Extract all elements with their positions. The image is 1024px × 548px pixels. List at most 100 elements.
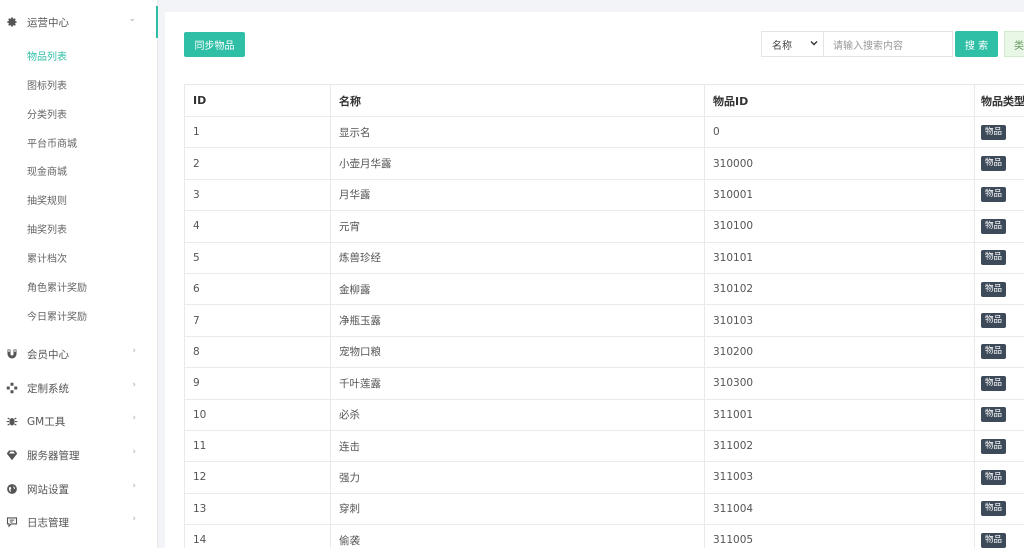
cell-name: 元宵 [330, 211, 704, 242]
cell-item-type: 物品 [974, 148, 1024, 179]
column-header-name[interactable]: 名称 [330, 85, 704, 116]
sidebar-item-cash-shop[interactable]: 现金商城 [27, 166, 67, 180]
search-field-select[interactable]: 名称 [761, 31, 826, 57]
table-row[interactable]: 1 显示名 0 物品 [184, 117, 1024, 149]
item-type-badge: 物品 [981, 187, 1007, 203]
cell-item-id: 311002 [704, 430, 974, 462]
item-type-badge: 物品 [981, 438, 1007, 454]
item-type-badge: 物品 [981, 344, 1007, 360]
cell-item-type: 物品 [974, 242, 1024, 273]
column-header-id[interactable]: ID [184, 85, 330, 116]
gear-icon [5, 15, 19, 29]
table-row[interactable]: 14 偷袭 311005 物品 [184, 525, 1024, 548]
table-row[interactable]: 10 必杀 311001 物品 [184, 399, 1024, 431]
table-row[interactable]: 11 连击 311002 物品 [184, 430, 1024, 463]
bug-icon [5, 414, 19, 428]
cell-name: 月华露 [330, 179, 704, 211]
cell-item-type: 物品 [974, 525, 1024, 548]
cell-item-type: 物品 [974, 211, 1024, 242]
chevron-right-icon: › [132, 413, 136, 423]
search-input[interactable]: 请输入搜索内容 [823, 31, 953, 57]
table-row[interactable]: 9 千叶莲露 310300 物品 [184, 368, 1024, 400]
cell-item-type: 物品 [974, 430, 1024, 462]
item-type-badge: 物品 [981, 124, 1007, 140]
sidebar-group-logs[interactable]: 日志管理 › [0, 512, 156, 532]
column-header-item-id[interactable]: 物品ID [704, 85, 974, 116]
cell-name: 连击 [330, 430, 704, 462]
table-row[interactable]: 8 宠物口粮 310200 物品 [184, 336, 1024, 369]
type-filter-button[interactable]: 类 [1004, 31, 1024, 57]
sidebar-item-lottery-list[interactable]: 抽奖列表 [27, 224, 67, 238]
sidebar-item-items[interactable]: 物品列表 [27, 51, 67, 65]
puzzle-icon [5, 381, 19, 395]
chevron-right-icon: › [132, 380, 136, 390]
cell-id: 7 [184, 305, 330, 336]
cell-item-type: 物品 [974, 117, 1024, 148]
sidebar-group-operations[interactable]: 运营中心 ⌄ [0, 12, 156, 32]
cell-item-id: 310000 [704, 148, 974, 179]
item-type-badge: 物品 [981, 156, 1007, 172]
cell-item-id: 310200 [704, 336, 974, 368]
sidebar-group-gm-tools[interactable]: GM工具 › [0, 411, 156, 431]
cell-id: 9 [184, 368, 330, 399]
cell-id: 13 [184, 493, 330, 525]
globe-icon [5, 482, 19, 496]
cell-item-id: 311003 [704, 462, 974, 493]
cell-item-id: 310102 [704, 273, 974, 305]
sidebar-item-role-cumulative-rewards[interactable]: 角色累计奖励 [27, 282, 87, 296]
sidebar-group-site-settings[interactable]: 网站设置 › [0, 479, 156, 499]
sidebar-active-indicator [156, 6, 158, 38]
table-row[interactable]: 4 元宵 310100 物品 [184, 211, 1024, 243]
comment-icon [5, 515, 19, 529]
cell-item-id: 310101 [704, 242, 974, 273]
cell-name: 净瓶玉露 [330, 305, 704, 336]
chevron-right-icon: › [132, 514, 136, 524]
search-button[interactable]: 搜 索 [955, 31, 998, 57]
cell-id: 8 [184, 336, 330, 368]
column-header-item-type[interactable]: 物品类型 [974, 85, 1024, 116]
table-row[interactable]: 2 小壶月华露 310000 物品 [184, 148, 1024, 180]
cell-name: 金柳露 [330, 273, 704, 305]
cell-id: 1 [184, 117, 330, 148]
sidebar-group-label: 服务器管理 [27, 449, 80, 462]
table-row[interactable]: 5 炼兽珍经 310101 物品 [184, 242, 1024, 274]
sidebar-group-custom-system[interactable]: 定制系统 › [0, 378, 156, 398]
sidebar-group-server-management[interactable]: 服务器管理 › [0, 445, 156, 465]
cell-id: 2 [184, 148, 330, 179]
chevron-right-icon: › [132, 447, 136, 457]
sync-items-button[interactable]: 同步物品 [184, 32, 245, 57]
sidebar-item-lottery-rules[interactable]: 抽奖规则 [27, 195, 67, 209]
cell-id: 11 [184, 430, 330, 462]
sidebar-item-today-cumulative-rewards[interactable]: 今日累计奖励 [27, 311, 87, 325]
table-row[interactable]: 6 金柳露 310102 物品 [184, 273, 1024, 306]
cell-item-id: 310001 [704, 179, 974, 211]
cell-item-type: 物品 [974, 336, 1024, 368]
cell-name: 必杀 [330, 399, 704, 430]
cell-item-type: 物品 [974, 493, 1024, 525]
table-row[interactable]: 12 强力 311003 物品 [184, 462, 1024, 494]
cell-item-id: 310103 [704, 305, 974, 336]
table-row[interactable]: 13 穿刺 311004 物品 [184, 493, 1024, 526]
cell-item-type: 物品 [974, 179, 1024, 211]
sidebar-group-label: 运营中心 [27, 16, 69, 29]
cell-item-id: 310300 [704, 368, 974, 399]
cell-name: 小壶月华露 [330, 148, 704, 179]
diamond-icon [5, 448, 19, 462]
cell-name: 强力 [330, 462, 704, 493]
chevron-down-icon: ⌄ [128, 14, 136, 24]
sidebar-item-cumulative-tiers[interactable]: 累计档次 [27, 253, 67, 267]
sidebar-item-icons[interactable]: 图标列表 [27, 80, 67, 94]
sidebar-group-label: 日志管理 [27, 516, 69, 529]
chevron-right-icon: › [132, 346, 136, 356]
table-row[interactable]: 3 月华露 310001 物品 [184, 179, 1024, 212]
table-row[interactable]: 7 净瓶玉露 310103 物品 [184, 305, 1024, 337]
cell-id: 5 [184, 242, 330, 273]
sidebar-item-categories[interactable]: 分类列表 [27, 109, 67, 123]
item-type-badge: 物品 [981, 218, 1007, 234]
sidebar-group-label: 会员中心 [27, 348, 69, 361]
item-type-badge: 物品 [981, 250, 1007, 266]
sidebar-group-members[interactable]: 会员中心 › [0, 344, 156, 364]
cell-name: 偷袭 [330, 525, 704, 548]
sidebar-item-platform-shop[interactable]: 平台币商城 [27, 138, 77, 152]
cell-id: 4 [184, 211, 330, 242]
